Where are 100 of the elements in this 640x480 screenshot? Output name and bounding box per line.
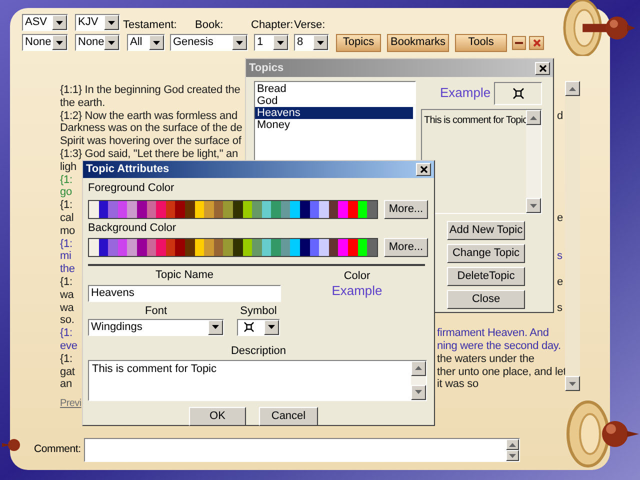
color-swatch[interactable] [175,200,185,218]
list-item[interactable]: Money [255,119,413,131]
dropdown[interactable]: All [127,34,165,51]
dropdown-arrow-button[interactable] [104,15,119,30]
color-swatch[interactable] [358,238,368,256]
color-swatch[interactable] [300,200,310,218]
color-swatch[interactable] [319,238,329,256]
color-swatch[interactable] [127,238,137,256]
color-swatch[interactable] [156,238,166,256]
color-swatch[interactable] [338,238,348,256]
button[interactable]: Change Topic [447,244,525,263]
color-swatch[interactable] [280,238,290,256]
dropdown-arrow-button[interactable] [52,15,67,30]
comment-field[interactable] [84,438,520,462]
color-swatch[interactable] [232,200,242,218]
color-swatch[interactable] [328,238,338,256]
color-swatch[interactable] [262,238,272,256]
color-swatch[interactable] [367,200,377,218]
button[interactable]: Add New Topic [447,221,525,240]
color-swatch[interactable] [328,200,338,218]
color-swatch[interactable] [271,200,281,218]
previous-link[interactable]: Previ [60,397,82,410]
color-swatch[interactable] [223,238,233,256]
scroll-up-button[interactable] [506,439,519,450]
color-swatch[interactable] [108,200,118,218]
dropdown[interactable]: None [22,34,68,51]
dropdown[interactable]: KJV [75,14,120,31]
button[interactable]: DeleteTopic [447,267,525,286]
color-swatch[interactable] [118,200,128,218]
dropdown[interactable]: Wingdings [88,318,224,336]
topic-list[interactable]: Bread God Heavens Money [254,81,416,161]
color-swatch[interactable] [184,238,195,256]
color-swatch[interactable] [271,238,281,256]
dropdown-arrow-button[interactable] [149,35,164,50]
color-swatch[interactable] [98,200,108,218]
scroll-up-button[interactable] [526,110,541,125]
button[interactable]: More... [384,238,428,256]
color-swatch[interactable] [262,200,272,218]
button[interactable]: OK [189,406,246,426]
color-swatch[interactable] [146,200,156,218]
color-swatch[interactable] [214,238,224,256]
button[interactable]: Tools [455,34,507,52]
color-palette[interactable] [88,238,378,256]
dropdown[interactable]: ASV [22,14,68,31]
color-swatch[interactable] [290,200,300,218]
color-swatch[interactable] [348,238,358,256]
color-swatch[interactable] [242,238,252,256]
color-swatch[interactable] [242,200,252,218]
scroll-down-button[interactable] [526,198,541,213]
scroll-down-button[interactable] [565,376,580,391]
color-swatch[interactable] [280,200,290,218]
color-swatch[interactable] [98,238,108,256]
button[interactable]: Close [447,290,525,309]
minimize-button[interactable] [512,36,526,50]
list-item[interactable]: Heavens [255,107,413,119]
color-swatch[interactable] [214,200,224,218]
color-swatch[interactable] [146,238,156,256]
dropdown-arrow-button[interactable] [313,35,328,50]
color-swatch[interactable] [175,238,185,256]
color-swatch[interactable] [136,238,147,256]
color-swatch[interactable] [136,200,147,218]
color-swatch[interactable] [358,200,368,218]
color-swatch[interactable] [156,200,166,218]
color-swatch[interactable] [204,200,214,218]
color-swatch[interactable] [127,200,137,218]
color-swatch[interactable] [348,200,358,218]
description-field[interactable]: This is comment for Topic [88,360,427,400]
dropdown-arrow-button[interactable] [264,320,279,334]
color-swatch[interactable] [194,200,204,218]
color-swatch[interactable] [367,238,377,256]
scroll-down-button[interactable] [411,384,426,400]
color-swatch[interactable] [232,238,242,256]
list-item[interactable]: God [255,95,413,107]
color-palette[interactable] [88,200,378,218]
dropdown[interactable]: 8 [294,34,329,51]
dropdown-arrow-button[interactable] [52,35,67,50]
color-swatch[interactable] [290,238,300,256]
color-swatch[interactable] [118,238,128,256]
color-swatch[interactable] [252,238,262,256]
color-swatch[interactable] [89,200,99,218]
dropdown-arrow-button[interactable] [208,320,223,334]
topic-name-field[interactable]: Heavens [88,284,281,302]
color-swatch[interactable] [300,238,310,256]
color-swatch[interactable] [194,238,204,256]
dropdown[interactable] [237,318,280,336]
dropdown-arrow-button[interactable] [273,35,288,50]
color-swatch[interactable] [252,200,262,218]
color-swatch[interactable] [310,200,320,218]
color-swatch[interactable] [89,238,99,256]
button[interactable]: Cancel [259,406,318,426]
color-swatch[interactable] [204,238,214,256]
scroll-up-button[interactable] [411,360,426,376]
color-swatch[interactable] [108,238,118,256]
color-swatch[interactable] [338,200,348,218]
color-swatch[interactable] [223,200,233,218]
color-swatch[interactable] [184,200,195,218]
dropdown[interactable]: 1 [254,34,289,51]
color-swatch[interactable] [319,200,329,218]
scrollbar[interactable] [565,81,580,391]
button[interactable]: Topics [336,34,381,52]
